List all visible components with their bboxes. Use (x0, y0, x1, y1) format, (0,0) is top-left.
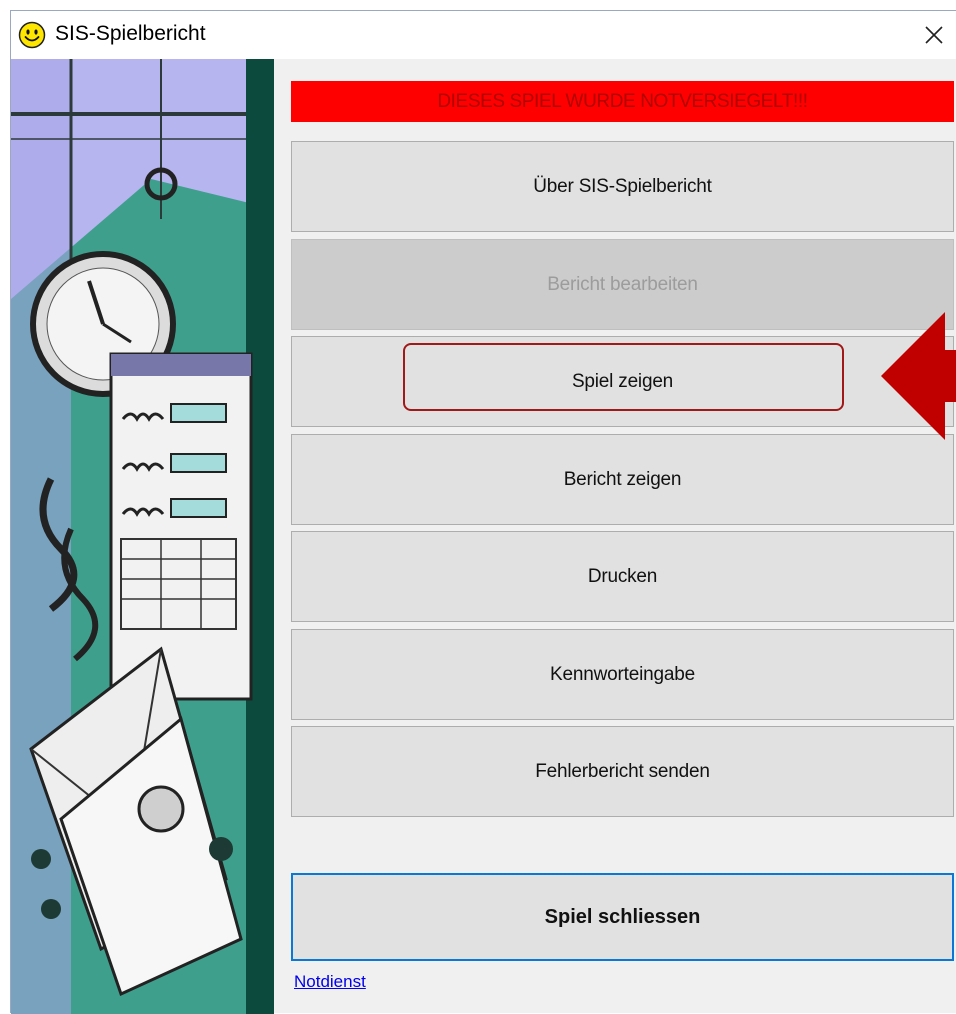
arrow-left-icon (881, 312, 956, 440)
show-report-button[interactable]: Bericht zeigen (291, 434, 954, 525)
title-bar: SIS-Spielbericht (11, 11, 956, 59)
about-button[interactable]: Über SIS-Spielbericht (291, 141, 954, 232)
window-title: SIS-Spielbericht (55, 22, 206, 45)
edit-report-button[interactable]: Bericht bearbeiten (291, 239, 954, 330)
sidebar-illustration (11, 59, 274, 1014)
app-window: SIS-Spielbericht DIESES SPIEL WURDE NOTV… (10, 10, 956, 1014)
main-panel: DIESES SPIEL WURDE NOTVERSIEGELT!!! Über… (274, 59, 956, 1014)
close-game-button[interactable]: Spiel schliessen (291, 873, 954, 961)
password-entry-button[interactable]: Kennworteingabe (291, 629, 954, 720)
send-error-report-button[interactable]: Fehlerbericht senden (291, 726, 954, 817)
close-button[interactable] (912, 11, 956, 59)
sealed-warning-banner: DIESES SPIEL WURDE NOTVERSIEGELT!!! (291, 81, 954, 122)
show-game-button[interactable]: Spiel zeigen (291, 336, 954, 427)
emergency-service-link[interactable]: Notdienst (294, 972, 366, 992)
print-button[interactable]: Drucken (291, 531, 954, 622)
close-icon (925, 26, 943, 44)
smiley-icon (18, 21, 46, 49)
